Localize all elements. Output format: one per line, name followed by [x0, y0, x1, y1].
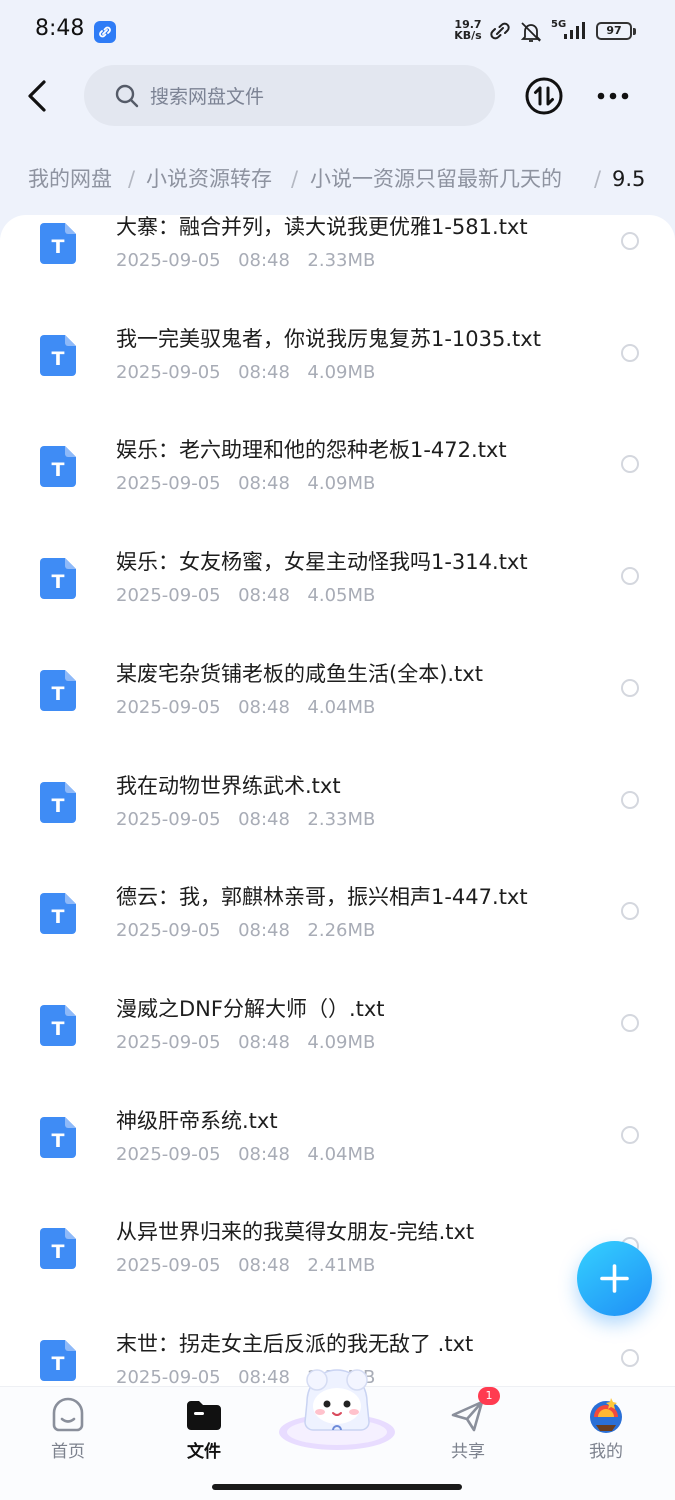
file-row[interactable]: T 从异世界归来的我莫得女朋友-完结.txt 2025-09-05 08:48 2.… — [0, 1123, 675, 1276]
file-row[interactable]: T末世：拐走女主后反派的我无敌了 .txt2025-09-05 08:48 2.… — [0, 1235, 675, 1387]
file-row[interactable]: T 我一完美驭鬼者，你说我厉鬼复苏1-1035.txt 2025-09-05 08:… — [0, 230, 675, 383]
breadcrumb-separator: / — [128, 167, 136, 191]
more-options-button[interactable] — [590, 78, 636, 114]
folder-icon — [187, 1401, 221, 1430]
file-row[interactable]: T 娱乐：女友杨蜜，女星主动怪我吗1-314.txt 2025-09-05 08:4… — [0, 453, 675, 606]
select-checkbox[interactable] — [621, 1349, 639, 1367]
chevron-left-icon — [28, 80, 46, 112]
file-row[interactable]: T 德云：我，郭麒林亲哥，振兴相声1-447.txt 2025-09-05 08:4… — [0, 788, 675, 941]
breadcrumb-separator: / — [594, 167, 602, 191]
file-date: 2025-09-05 — [116, 1367, 221, 1387]
mascot-icon — [279, 1369, 395, 1450]
file-row[interactable]: T 漫威之DNF分解大师（）.txt 2025-09-05 08:48 4.09MB — [0, 900, 675, 1053]
battery-indicator: 97 — [596, 22, 636, 40]
share-badge: 1 — [478, 1387, 500, 1405]
nav-item-share[interactable]: 1 共享 — [418, 1387, 518, 1487]
file-row[interactable]: T 我在动物世界练武术.txt 2025-09-05 08:48 2.33MB — [0, 677, 675, 830]
text-file-icon: T — [40, 1340, 76, 1381]
file-icon-letter: T — [52, 1353, 65, 1375]
home-icon — [52, 1397, 84, 1432]
search-placeholder: 搜索网盘文件 — [150, 86, 265, 108]
file-row[interactable]: T 娱乐：老六助理和他的怨种老板1-472.txt 2025-09-05 08:48… — [0, 341, 675, 494]
mute-bell-icon — [520, 22, 542, 42]
file-row[interactable]: T 神级肝帝系统.txt 2025-09-05 08:48 4.04MB — [0, 1012, 675, 1165]
more-dots-icon — [597, 92, 629, 100]
breadcrumb-item-root[interactable]: 我的网盘 — [28, 160, 112, 198]
link-app-icon — [94, 21, 116, 43]
breadcrumb-item-current: 9.5 — [612, 167, 646, 191]
breadcrumb-item-novel-transfer[interactable]: 小说资源转存 — [146, 160, 272, 198]
nav-item-me[interactable]: 我的 — [556, 1387, 656, 1487]
nav-label-files: 文件 — [187, 1442, 221, 1462]
add-upload-button[interactable] — [577, 1241, 652, 1316]
file-row[interactable]: T 某废宅杂货铺老板的咸鱼生活(全本).txt 2025-09-05 08:48 4… — [0, 565, 675, 718]
network-speed-unit: KB/s — [454, 29, 482, 42]
breadcrumb: 我的网盘 / 小说资源转存 / 小说一资源只留最新几天的 / 9.5 — [0, 160, 675, 200]
nav-label-home: 首页 — [51, 1442, 85, 1462]
home-indicator — [212, 1484, 462, 1490]
nav-item-files[interactable]: 文件 — [154, 1387, 254, 1487]
breadcrumb-item-latest-days[interactable]: 小说一资源只留最新几天的 — [310, 160, 562, 198]
status-time: 8:48 — [35, 16, 85, 41]
assistant-mascot-button[interactable] — [277, 1352, 397, 1452]
back-button[interactable] — [18, 72, 58, 120]
nav-item-home[interactable]: 首页 — [18, 1387, 118, 1487]
nav-label-share: 共享 — [451, 1442, 485, 1462]
avatar-icon — [590, 1398, 622, 1433]
status-bar: 8:48 19.7 KB/s 5G 97 — [0, 0, 675, 62]
file-row[interactable]: T 大寨：融合并列，读大说我更优雅1-581.txt 2025-09-05 08:4… — [0, 215, 675, 271]
network-speed: 19.7 KB/s — [450, 19, 486, 41]
nav-label-me: 我的 — [589, 1442, 623, 1462]
transfer-list-button[interactable] — [524, 76, 564, 116]
file-list: T 大寨：融合并列，读大说我更优雅1-581.txt 2025-09-05 08:4… — [0, 215, 675, 1387]
search-input[interactable]: 搜索网盘文件 — [84, 65, 495, 126]
plus-icon — [600, 1264, 629, 1293]
breadcrumb-separator: / — [291, 167, 299, 191]
transfer-icon — [525, 77, 563, 115]
hotspot-link-icon — [490, 22, 510, 40]
search-icon — [115, 84, 139, 107]
screen: 8:48 19.7 KB/s 5G 97 搜索网盘文件 我的网盘 / 小说资源转… — [0, 0, 675, 1500]
signal-icon — [564, 22, 585, 39]
